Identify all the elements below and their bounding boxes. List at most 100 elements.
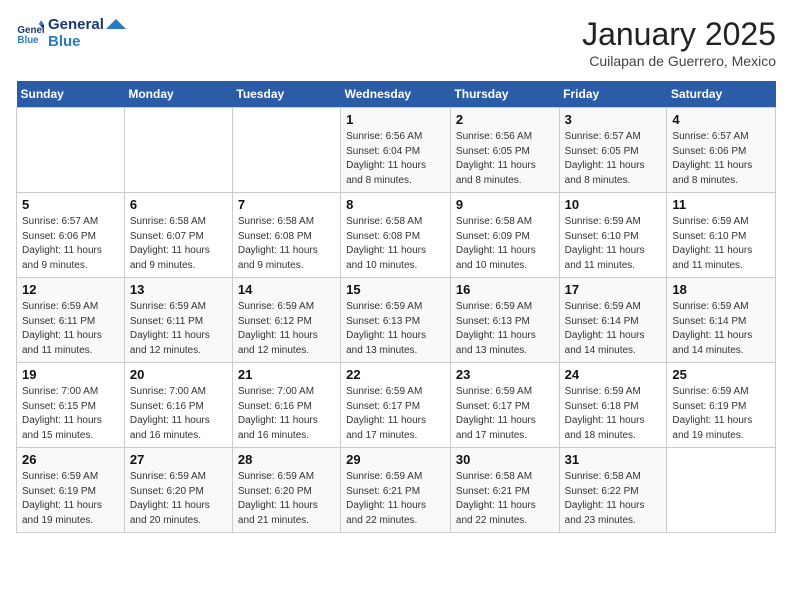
day-number: 5 — [22, 197, 119, 212]
logo: General Blue General Blue — [16, 16, 126, 50]
day-number: 25 — [672, 367, 770, 382]
header-saturday: Saturday — [667, 81, 776, 108]
day-number: 22 — [346, 367, 445, 382]
calendar-cell: 18Sunrise: 6:59 AM Sunset: 6:14 PM Dayli… — [667, 278, 776, 363]
calendar-cell: 31 Sunrise: 6:58 AM Sunset: 6:22 PM Dayli… — [559, 448, 667, 533]
week-row-5: 26 Sunrise: 6:59 AM Sunset: 6:19 PM Dayli… — [17, 448, 776, 533]
day-info: Sunrise: 6:59 AM Sunset: 6:10 PM Dayligh… — [565, 215, 662, 273]
calendar-cell: 21Sunrise: 7:00 AM Sunset: 6:16 PM Dayli… — [232, 363, 340, 448]
calendar-cell: 10 Sunrise: 6:59 AM Sunset: 6:10 PM Dayli… — [559, 193, 667, 278]
calendar-cell: 6 Sunrise: 6:58 AM Sunset: 6:07 PM Daylig… — [124, 193, 232, 278]
calendar-cell — [232, 108, 340, 193]
calendar-cell: 17 Sunrise: 6:59 AM Sunset: 6:14 PM Dayli… — [559, 278, 667, 363]
day-number: 1 — [346, 112, 445, 127]
calendar-cell: 25 Sunrise: 6:59 AM Sunset: 6:19 PM Dayli… — [667, 363, 776, 448]
day-info: Sunrise: 6:59 AM Sunset: 6:17 PM Dayligh… — [346, 385, 445, 443]
week-row-3: 12 Sunrise: 6:59 AM Sunset: 6:11 PM Dayli… — [17, 278, 776, 363]
calendar-cell: 2 Sunrise: 6:56 AM Sunset: 6:05 PM Daylig… — [450, 108, 559, 193]
page-header: General Blue General Blue January 2025 C… — [16, 16, 776, 69]
day-info: Sunrise: 6:59 AM Sunset: 6:13 PM Dayligh… — [456, 300, 554, 358]
day-number: 20 — [130, 367, 227, 382]
day-info: Sunrise: 6:59 AM Sunset: 6:12 PM Dayligh… — [238, 300, 335, 358]
day-number: 13 — [130, 282, 227, 297]
calendar-cell: 23 Sunrise: 6:59 AM Sunset: 6:17 PM Dayli… — [450, 363, 559, 448]
day-info: Sunrise: 6:59 AM Sunset: 6:17 PM Dayligh… — [456, 385, 554, 443]
week-row-4: 19Sunrise: 7:00 AM Sunset: 6:15 PM Dayli… — [17, 363, 776, 448]
day-info: Sunrise: 6:57 AM Sunset: 6:05 PM Dayligh… — [565, 130, 662, 188]
day-info: Sunrise: 6:59 AM Sunset: 6:11 PM Dayligh… — [130, 300, 227, 358]
day-number: 29 — [346, 452, 445, 467]
day-info: Sunrise: 6:59 AM Sunset: 6:18 PM Dayligh… — [565, 385, 662, 443]
calendar-cell: 12 Sunrise: 6:59 AM Sunset: 6:11 PM Dayli… — [17, 278, 125, 363]
day-info: Sunrise: 7:00 AM Sunset: 6:15 PM Dayligh… — [22, 385, 119, 443]
calendar-cell: 26 Sunrise: 6:59 AM Sunset: 6:19 PM Dayli… — [17, 448, 125, 533]
calendar-cell: 13 Sunrise: 6:59 AM Sunset: 6:11 PM Dayli… — [124, 278, 232, 363]
day-info: Sunrise: 6:58 AM Sunset: 6:21 PM Dayligh… — [456, 470, 554, 528]
calendar-cell: 4Sunrise: 6:57 AM Sunset: 6:06 PM Daylig… — [667, 108, 776, 193]
calendar-cell: 29 Sunrise: 6:59 AM Sunset: 6:21 PM Dayli… — [341, 448, 451, 533]
day-number: 24 — [565, 367, 662, 382]
day-info: Sunrise: 6:59 AM Sunset: 6:11 PM Dayligh… — [22, 300, 119, 358]
logo-text-general: General — [48, 16, 104, 33]
day-number: 11 — [672, 197, 770, 212]
calendar-cell: 16Sunrise: 6:59 AM Sunset: 6:13 PM Dayli… — [450, 278, 559, 363]
day-number: 30 — [456, 452, 554, 467]
calendar-cell: 9Sunrise: 6:58 AM Sunset: 6:09 PM Daylig… — [450, 193, 559, 278]
calendar-cell: 19Sunrise: 7:00 AM Sunset: 6:15 PM Dayli… — [17, 363, 125, 448]
calendar-cell: 28Sunrise: 6:59 AM Sunset: 6:20 PM Dayli… — [232, 448, 340, 533]
day-number: 27 — [130, 452, 227, 467]
header-thursday: Thursday — [450, 81, 559, 108]
day-number: 3 — [565, 112, 662, 127]
calendar-cell — [124, 108, 232, 193]
day-info: Sunrise: 6:59 AM Sunset: 6:21 PM Dayligh… — [346, 470, 445, 528]
day-number: 21 — [238, 367, 335, 382]
day-info: Sunrise: 6:59 AM Sunset: 6:14 PM Dayligh… — [565, 300, 662, 358]
logo-triangle — [106, 19, 126, 39]
calendar-cell: 30 Sunrise: 6:58 AM Sunset: 6:21 PM Dayli… — [450, 448, 559, 533]
logo-text-blue: Blue — [48, 33, 104, 50]
day-number: 9 — [456, 197, 554, 212]
day-info: Sunrise: 6:59 AM Sunset: 6:14 PM Dayligh… — [672, 300, 770, 358]
calendar-cell: 1Sunrise: 6:56 AM Sunset: 6:04 PM Daylig… — [341, 108, 451, 193]
day-info: Sunrise: 6:57 AM Sunset: 6:06 PM Dayligh… — [22, 215, 119, 273]
calendar-cell: 24 Sunrise: 6:59 AM Sunset: 6:18 PM Dayli… — [559, 363, 667, 448]
calendar-cell: 27Sunrise: 6:59 AM Sunset: 6:20 PM Dayli… — [124, 448, 232, 533]
day-number: 8 — [346, 197, 445, 212]
day-number: 4 — [672, 112, 770, 127]
day-number: 31 — [565, 452, 662, 467]
calendar-cell: 22 Sunrise: 6:59 AM Sunset: 6:17 PM Dayli… — [341, 363, 451, 448]
day-info: Sunrise: 6:59 AM Sunset: 6:19 PM Dayligh… — [672, 385, 770, 443]
header-sunday: Sunday — [17, 81, 125, 108]
day-info: Sunrise: 6:58 AM Sunset: 6:22 PM Dayligh… — [565, 470, 662, 528]
calendar-title-block: January 2025 Cuilapan de Guerrero, Mexic… — [582, 16, 776, 69]
calendar-cell: 5 Sunrise: 6:57 AM Sunset: 6:06 PM Daylig… — [17, 193, 125, 278]
day-number: 7 — [238, 197, 335, 212]
week-row-1: 1Sunrise: 6:56 AM Sunset: 6:04 PM Daylig… — [17, 108, 776, 193]
calendar-cell: 14Sunrise: 6:59 AM Sunset: 6:12 PM Dayli… — [232, 278, 340, 363]
day-info: Sunrise: 6:58 AM Sunset: 6:07 PM Dayligh… — [130, 215, 227, 273]
day-number: 6 — [130, 197, 227, 212]
day-number: 17 — [565, 282, 662, 297]
calendar-cell — [17, 108, 125, 193]
day-info: Sunrise: 6:58 AM Sunset: 6:08 PM Dayligh… — [346, 215, 445, 273]
day-number: 10 — [565, 197, 662, 212]
day-info: Sunrise: 6:56 AM Sunset: 6:05 PM Dayligh… — [456, 130, 554, 188]
calendar-cell — [667, 448, 776, 533]
day-number: 12 — [22, 282, 119, 297]
day-number: 23 — [456, 367, 554, 382]
days-header-row: SundayMondayTuesdayWednesdayThursdayFrid… — [17, 81, 776, 108]
header-friday: Friday — [559, 81, 667, 108]
calendar-table: SundayMondayTuesdayWednesdayThursdayFrid… — [16, 81, 776, 533]
day-info: Sunrise: 6:59 AM Sunset: 6:20 PM Dayligh… — [238, 470, 335, 528]
week-row-2: 5 Sunrise: 6:57 AM Sunset: 6:06 PM Daylig… — [17, 193, 776, 278]
calendar-cell: 11Sunrise: 6:59 AM Sunset: 6:10 PM Dayli… — [667, 193, 776, 278]
svg-text:Blue: Blue — [17, 35, 39, 46]
header-tuesday: Tuesday — [232, 81, 340, 108]
calendar-cell: 15 Sunrise: 6:59 AM Sunset: 6:13 PM Dayli… — [341, 278, 451, 363]
day-number: 26 — [22, 452, 119, 467]
day-info: Sunrise: 6:59 AM Sunset: 6:13 PM Dayligh… — [346, 300, 445, 358]
day-number: 2 — [456, 112, 554, 127]
day-info: Sunrise: 6:59 AM Sunset: 6:19 PM Dayligh… — [22, 470, 119, 528]
day-number: 15 — [346, 282, 445, 297]
calendar-subtitle: Cuilapan de Guerrero, Mexico — [582, 53, 776, 69]
